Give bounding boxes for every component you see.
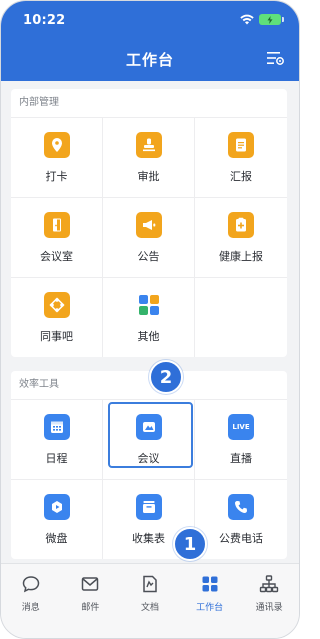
app-label: 健康上报 [219, 249, 263, 263]
phone-screen: 10:22 工作台 内部管理 打卡 审批 汇报 会议室 公告 健康上报 同事吧 … [0, 0, 300, 639]
megaphone-icon [135, 211, 162, 238]
app-announcement[interactable]: 公告 [103, 197, 195, 277]
tab-messages[interactable]: 消息 [1, 564, 61, 638]
workbench-grid-icon [202, 576, 218, 592]
step-badge-2: 2 [149, 360, 183, 394]
settings-list-icon[interactable] [265, 49, 285, 67]
app-label: 汇报 [230, 169, 252, 183]
tab-contacts[interactable]: 通讯录 [239, 564, 299, 638]
app-label: 会议室 [40, 249, 73, 263]
efficiency-tools-section: 效率工具 日程 会议 LIVE 直播 微盘 收集表 公费电话 [11, 371, 287, 559]
app-label: 微盘 [45, 531, 68, 545]
app-punch-in[interactable]: 打卡 [11, 117, 103, 197]
app-label: 日程 [45, 451, 68, 465]
medical-report-icon [228, 211, 254, 238]
wifi-icon [240, 14, 254, 25]
door-icon [43, 211, 70, 238]
status-bar: 10:22 [1, 1, 299, 31]
page-title: 工作台 [125, 51, 174, 69]
app-label: 会议 [137, 451, 160, 465]
collect-form-icon [135, 493, 162, 520]
app-label: 公费电话 [219, 531, 263, 545]
stamp-icon [135, 131, 162, 158]
chat-bubble-icon [22, 576, 40, 593]
app-public-phone[interactable]: 公费电话 [195, 479, 287, 559]
tab-documents[interactable]: 文档 [120, 564, 180, 638]
app-meeting[interactable]: 会议 [103, 399, 195, 479]
app-health-report[interactable]: 健康上报 [195, 197, 287, 277]
internal-grid: 打卡 审批 汇报 会议室 公告 健康上报 同事吧 其他 [11, 117, 287, 357]
live-icon: LIVE [228, 413, 254, 440]
apps-grid-icon [135, 291, 162, 318]
empty-cell [195, 277, 287, 357]
tab-label: 消息 [21, 603, 40, 613]
step-badge-1: 1 [173, 527, 207, 561]
tab-label: 文档 [140, 603, 159, 613]
bottom-tab-bar: 消息 邮件 文档 工作台 通讯录 [1, 563, 299, 638]
app-label: 公告 [137, 249, 160, 263]
status-time: 10:22 [23, 13, 66, 28]
app-label: 打卡 [45, 169, 68, 183]
app-label: 同事吧 [40, 329, 73, 343]
phone-icon [228, 493, 254, 520]
meeting-icon [135, 413, 162, 440]
tab-mail[interactable]: 邮件 [61, 564, 121, 638]
calendar-icon [43, 413, 70, 440]
tab-label: 通讯录 [255, 603, 283, 613]
community-icon [43, 291, 70, 318]
app-label: 其他 [137, 329, 160, 343]
tab-workbench[interactable]: 工作台 [180, 564, 240, 638]
app-colleagues[interactable]: 同事吧 [11, 277, 103, 357]
document-icon [143, 575, 157, 593]
app-header: 10:22 工作台 [1, 1, 299, 81]
report-doc-icon [228, 131, 254, 158]
location-pin-icon [43, 131, 70, 158]
status-icons [240, 14, 284, 25]
section-title-internal: 内部管理 [19, 97, 59, 108]
battery-charging-icon [259, 14, 284, 25]
app-cloud-drive[interactable]: 微盘 [11, 479, 103, 559]
app-label: 审批 [137, 169, 160, 183]
internal-management-section: 内部管理 打卡 审批 汇报 会议室 公告 健康上报 同事吧 其他 [11, 89, 287, 357]
efficiency-grid: 日程 会议 LIVE 直播 微盘 收集表 公费电话 [11, 399, 287, 559]
app-label: 收集表 [132, 531, 165, 545]
app-meeting-room[interactable]: 会议室 [11, 197, 103, 277]
tab-label: 邮件 [81, 603, 100, 613]
app-approval[interactable]: 审批 [103, 117, 195, 197]
app-others[interactable]: 其他 [103, 277, 195, 357]
cloud-drive-icon [43, 493, 70, 520]
tab-label: 工作台 [196, 603, 224, 613]
mail-icon [82, 577, 99, 591]
app-schedule[interactable]: 日程 [11, 399, 103, 479]
org-chart-icon [259, 575, 279, 593]
app-live[interactable]: LIVE 直播 [195, 399, 287, 479]
app-report[interactable]: 汇报 [195, 117, 287, 197]
app-label: 直播 [230, 451, 252, 465]
